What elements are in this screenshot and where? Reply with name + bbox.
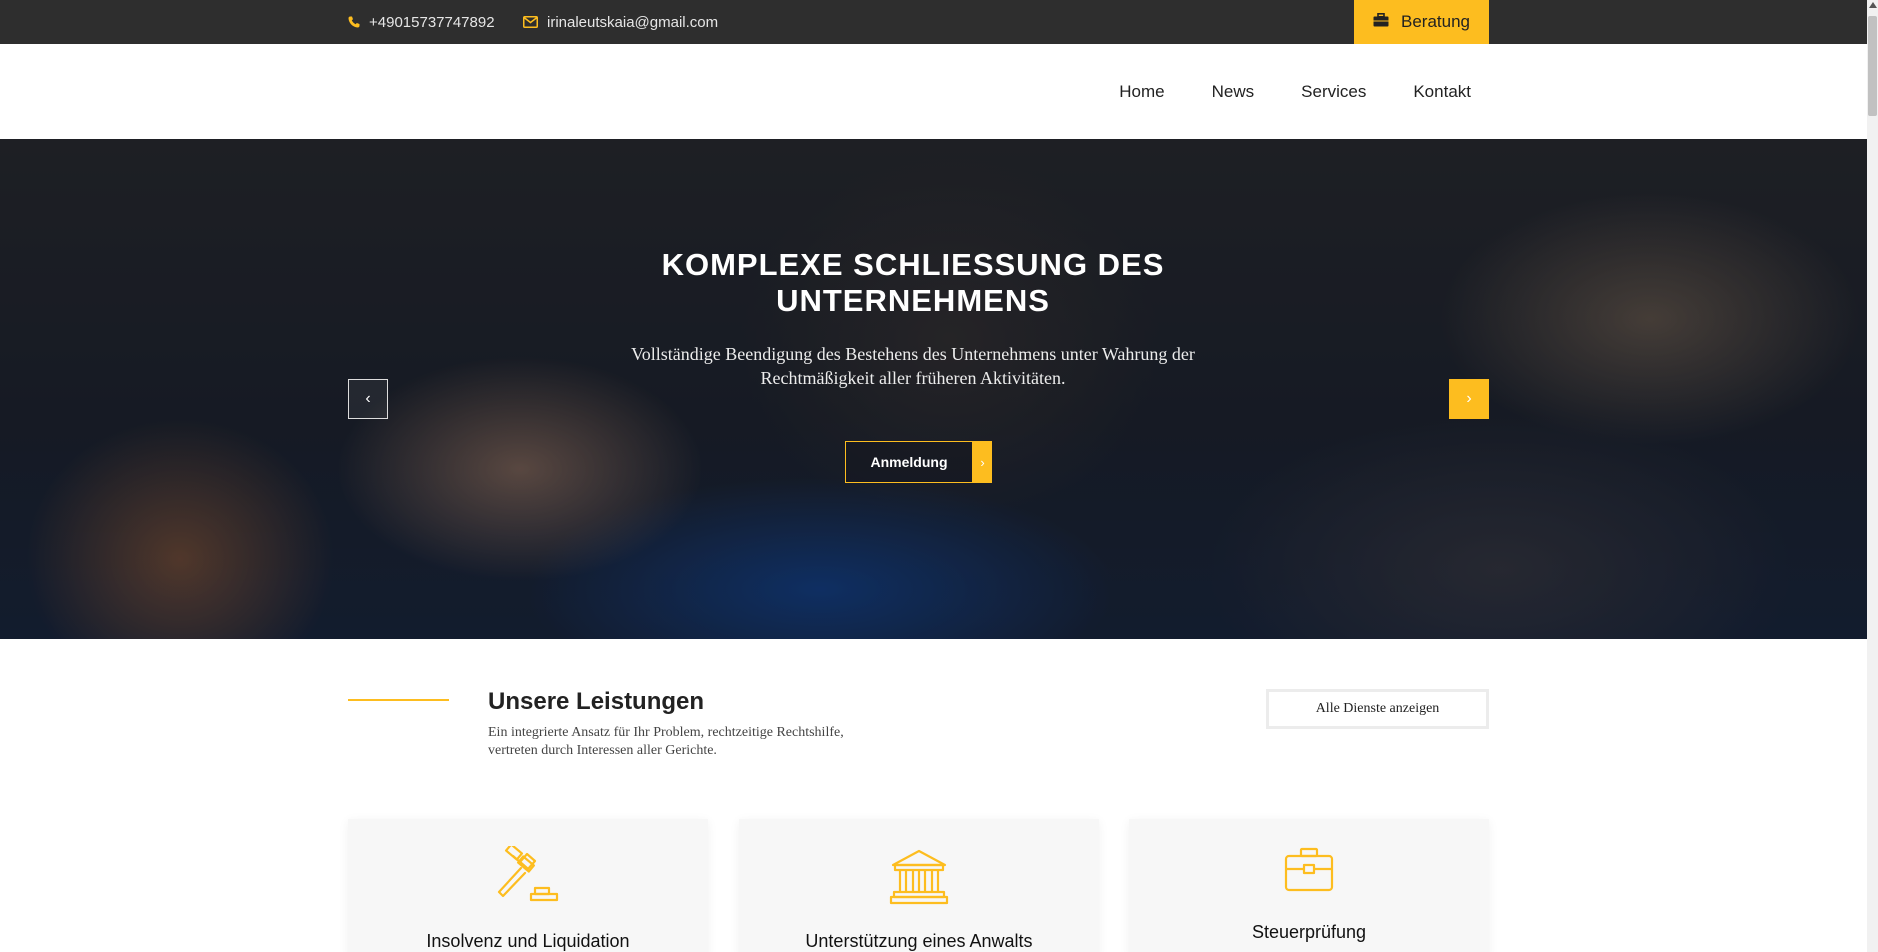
all-services-button[interactable]: Alle Dienste anzeigen [1266, 689, 1489, 729]
page-scrollbar[interactable] [1867, 0, 1878, 952]
signup-button[interactable]: Anmeldung › [845, 441, 992, 483]
card-title: Steuerprüfung [1251, 922, 1367, 942]
hero-title: KOMPLEXE SCHLIESSUNG DES UNTERNEHMENS [661, 247, 1165, 318]
chevron-right-icon: › [1466, 390, 1472, 407]
card-title: Insolvenz und Liquidation [426, 931, 630, 951]
scroll-up-arrow-icon[interactable] [1869, 2, 1877, 8]
scrollbar-thumb[interactable] [1868, 16, 1877, 116]
envelope-icon [523, 16, 538, 28]
email-contact[interactable]: irinaleutskaia@gmail.com [523, 0, 718, 44]
service-card-tax[interactable]: Steuerprüfung [1129, 819, 1489, 952]
hero-slider: KOMPLEXE SCHLIESSUNG DES UNTERNEHMENS Vo… [0, 139, 1867, 639]
services-description: Ein integrierte Ansatz für Ihr Problem, … [488, 725, 844, 758]
briefcase-icon [1129, 847, 1489, 893]
nav-item-services[interactable]: Services [1301, 82, 1366, 102]
nav-item-home[interactable]: Home [1119, 82, 1164, 102]
section-accent-line [348, 699, 449, 701]
briefcase-icon [1373, 12, 1389, 32]
card-title: Unterstützung eines Anwalts [805, 931, 1033, 951]
chevron-right-icon: › [973, 441, 992, 483]
nav-item-kontakt[interactable]: Kontakt [1413, 82, 1471, 102]
email-address[interactable]: irinaleutskaia@gmail.com [547, 14, 718, 31]
consultation-button[interactable]: Beratung [1354, 0, 1489, 44]
site-header: Home News Services Kontakt [0, 44, 1867, 139]
courthouse-icon [739, 849, 1099, 905]
consultation-label: Beratung [1401, 12, 1470, 31]
nav-item-news[interactable]: News [1212, 82, 1255, 102]
slider-prev-button[interactable]: ‹ [348, 379, 388, 419]
signup-label: Anmeldung [845, 441, 973, 483]
gavel-icon [348, 846, 708, 904]
phone-number[interactable]: +49015737747892 [369, 14, 495, 31]
services-heading: Unsere Leistungen [488, 688, 705, 715]
hero-subtitle: Vollständige Beendigung des Bestehens de… [631, 344, 1195, 388]
phone-icon [348, 16, 360, 28]
service-card-insolvency[interactable]: Insolvenz und Liquidation [348, 819, 708, 952]
service-card-lawyer[interactable]: Unterstützung eines Anwalts [739, 819, 1099, 952]
main-navigation: Home News Services Kontakt [1119, 44, 1471, 139]
top-bar: +49015737747892 irinaleutskaia@gmail.com… [0, 0, 1867, 44]
phone-contact[interactable]: +49015737747892 [348, 0, 495, 44]
slider-next-button[interactable]: › [1449, 379, 1489, 419]
chevron-left-icon: ‹ [365, 390, 371, 407]
